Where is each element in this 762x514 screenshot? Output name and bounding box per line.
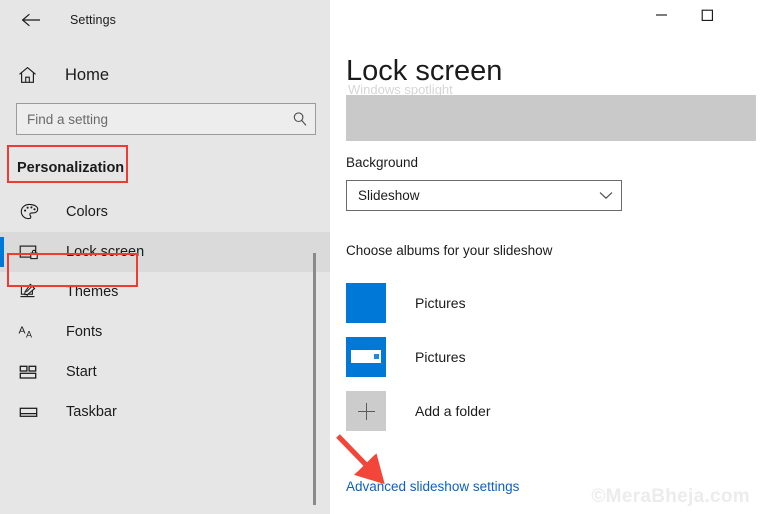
add-folder-row[interactable]: Add a folder xyxy=(346,384,491,438)
album-list: Pictures Pictures Add a folder xyxy=(346,276,491,438)
start-tiles-icon xyxy=(18,361,40,383)
home-icon xyxy=(16,64,38,86)
album-row[interactable]: Pictures xyxy=(346,330,491,384)
minimize-button[interactable] xyxy=(638,0,684,30)
svg-text:A: A xyxy=(26,330,32,340)
sidebar-item-home[interactable]: Home xyxy=(0,55,330,95)
watermark: ©MeraBheja.com xyxy=(591,486,750,507)
add-folder-label: Add a folder xyxy=(415,403,491,419)
sidebar-scrollbar[interactable] xyxy=(313,253,316,505)
sidebar-item-themes[interactable]: Themes xyxy=(0,272,330,312)
lock-screen-icon xyxy=(18,241,40,263)
sidebar-item-taskbar-label: Taskbar xyxy=(66,404,117,420)
preview-placeholder-block xyxy=(346,95,756,141)
sidebar-item-start[interactable]: Start xyxy=(0,352,330,392)
sidebar-section-heading: Personalization xyxy=(0,156,330,180)
search-input[interactable] xyxy=(27,111,292,127)
plus-icon[interactable] xyxy=(346,391,386,431)
advanced-slideshow-settings-link[interactable]: Advanced slideshow settings xyxy=(346,479,519,494)
sidebar-item-colors-label: Colors xyxy=(66,204,108,220)
fonts-aa-icon: A A xyxy=(18,321,40,343)
background-dropdown[interactable]: Slideshow xyxy=(346,180,622,211)
sidebar-item-fonts-label: Fonts xyxy=(66,324,103,340)
sidebar-item-themes-label: Themes xyxy=(66,284,119,300)
page-title: Lock screen xyxy=(346,55,503,87)
sidebar-item-start-label: Start xyxy=(66,364,97,380)
settings-content: Lock screen Windows spotlight Background… xyxy=(330,0,762,514)
album-name: Pictures xyxy=(415,295,466,311)
search-icon[interactable] xyxy=(292,111,308,127)
settings-window: Settings Home Personalization xyxy=(0,0,762,514)
sidebar-nav-list: Colors Lock screen Themes A A Fonts Star… xyxy=(0,192,330,432)
palette-icon xyxy=(18,201,40,223)
album-row[interactable]: Pictures xyxy=(346,276,491,330)
album-name: Pictures xyxy=(415,349,466,365)
folder-thumb-card-icon xyxy=(346,337,386,377)
choose-albums-label: Choose albums for your slideshow xyxy=(346,243,553,258)
svg-text:A: A xyxy=(19,325,26,337)
sidebar-item-fonts[interactable]: A A Fonts xyxy=(0,312,330,352)
sidebar-item-colors[interactable]: Colors xyxy=(0,192,330,232)
taskbar-icon xyxy=(18,401,40,423)
search-box[interactable] xyxy=(16,103,316,135)
sidebar-section-heading-label: Personalization xyxy=(17,160,125,176)
window-titlebar-left: Settings xyxy=(0,0,330,40)
folder-thumb-plain-icon xyxy=(346,283,386,323)
themes-brush-icon xyxy=(18,281,40,303)
back-arrow-icon[interactable] xyxy=(14,5,48,35)
background-dropdown-value: Slideshow xyxy=(358,188,420,203)
maximize-button[interactable] xyxy=(684,0,730,30)
window-controls xyxy=(330,0,762,40)
app-title: Settings xyxy=(70,13,116,27)
sidebar-item-taskbar[interactable]: Taskbar xyxy=(0,392,330,432)
settings-sidebar: Settings Home Personalization xyxy=(0,0,330,514)
background-label: Background xyxy=(346,155,419,170)
sidebar-item-home-label: Home xyxy=(65,65,110,84)
sidebar-item-lock-screen[interactable]: Lock screen xyxy=(0,232,330,272)
sidebar-item-lock-screen-label: Lock screen xyxy=(66,244,145,260)
chevron-down-icon[interactable] xyxy=(599,191,613,200)
